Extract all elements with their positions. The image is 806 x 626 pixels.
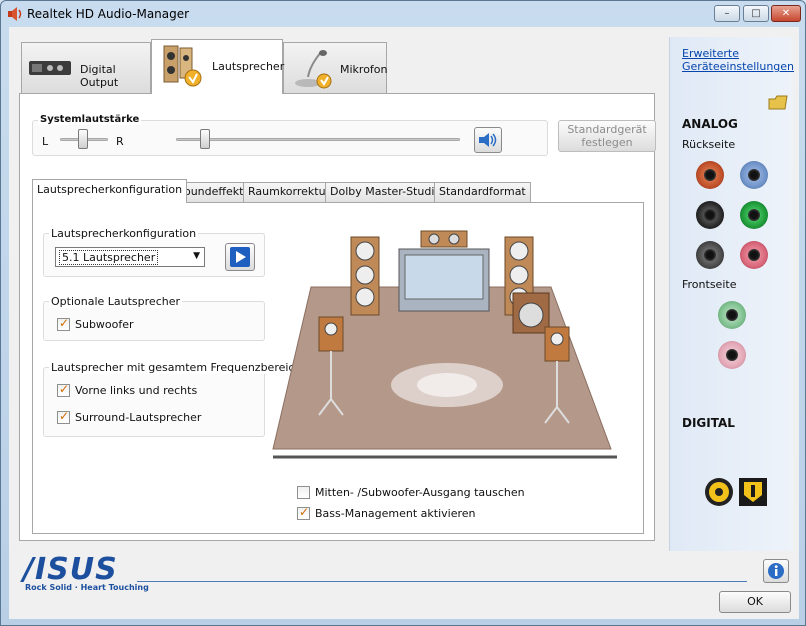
- advanced-device-settings-link[interactable]: Erweiterte Geräteeinstellungen: [682, 47, 794, 73]
- info-button[interactable]: [763, 559, 789, 583]
- jack-rear-pink[interactable]: [740, 241, 768, 269]
- subtab-speaker-configuration[interactable]: Lautsprecherkonfiguration: [32, 179, 188, 203]
- speaker-panel: Systemlautstärke L R Standardgerät festl…: [19, 93, 656, 541]
- front-left-right-checkbox[interactable]: [57, 382, 70, 397]
- tab-label: Digital Output: [80, 63, 119, 89]
- subtab-dolby-master-studio[interactable]: Dolby Master-Studio: [325, 182, 447, 202]
- fullrange-legend: Lautsprecher mit gesamtem Frequenzbereic…: [49, 361, 304, 374]
- set-default-device-button[interactable]: Standardgerät festlegen: [558, 120, 656, 152]
- speaker-volume-icon: [479, 133, 497, 147]
- digital-heading: DIGITAL: [682, 416, 735, 430]
- jack-front-green[interactable]: [718, 301, 746, 329]
- front-label: Frontseite: [682, 278, 737, 291]
- fullrange-group: [43, 367, 265, 437]
- subtab-room-correction[interactable]: Raumkorrektur: [243, 182, 336, 202]
- bass-management-checkbox[interactable]: [297, 505, 310, 520]
- volume-track: [176, 138, 460, 141]
- bass-management-label: Bass-Management aktivieren: [315, 507, 476, 520]
- speaker-configuration-panel: Lautsprecherkonfiguration 5.1 Lautsprech…: [32, 202, 644, 534]
- microphone-icon: [295, 50, 332, 89]
- client-area: Digital Output Lautsprecher Mikrofon Sys…: [9, 27, 799, 619]
- title-bar[interactable]: Realtek HD Audio-Manager – □ ✕: [1, 1, 805, 27]
- rear-label: Rückseite: [682, 138, 736, 151]
- info-icon: [768, 563, 784, 579]
- jack-rear-black[interactable]: [696, 201, 724, 229]
- surround-checkbox[interactable]: [57, 409, 70, 424]
- ok-button[interactable]: OK: [719, 591, 791, 613]
- swap-center-subwoofer-label: Mitten- /Subwoofer-Ausgang tauschen: [315, 486, 525, 499]
- digital-output-device-icon: [29, 61, 71, 75]
- analog-heading: ANALOG: [682, 117, 738, 131]
- mute-button[interactable]: [474, 127, 502, 153]
- tab-digital-output[interactable]: Digital Output: [21, 42, 151, 94]
- close-button[interactable]: ✕: [771, 5, 801, 22]
- jack-rear-orange[interactable]: [696, 161, 724, 189]
- chevron-down-icon: ▼: [193, 251, 200, 261]
- swap-center-subwoofer-checkbox[interactable]: [297, 486, 310, 499]
- optional-speakers-legend: Optionale Lautsprecher: [49, 295, 182, 308]
- app-window: Realtek HD Audio-Manager – □ ✕ Digital O…: [0, 0, 806, 626]
- play-test-button[interactable]: [225, 243, 255, 271]
- speakers-icon: [163, 45, 202, 87]
- config-legend: Lautsprecherkonfiguration: [49, 227, 199, 240]
- balance-right-label: R: [116, 135, 124, 148]
- tab-label: Mikrofon: [340, 63, 388, 76]
- jack-rear-green[interactable]: [740, 201, 768, 229]
- balance-slider-thumb[interactable]: [78, 129, 88, 149]
- footer-divider: [137, 581, 747, 582]
- maximize-button[interactable]: □: [743, 5, 769, 22]
- speaker-config-select[interactable]: 5.1 Lautsprecher ▼: [55, 247, 205, 267]
- tab-microphone[interactable]: Mikrofon: [283, 42, 388, 94]
- play-icon: [230, 247, 250, 267]
- coaxial-jack-icon[interactable]: [704, 477, 734, 507]
- asus-logo: /ISUS: [23, 552, 118, 587]
- front-left-right-label: Vorne links und rechts: [75, 384, 198, 397]
- speaker-room-illustration[interactable]: [271, 217, 621, 467]
- system-volume-title: Systemlautstärke: [38, 114, 142, 125]
- subwoofer-checkbox[interactable]: [57, 316, 70, 331]
- volume-slider-thumb[interactable]: [200, 129, 210, 149]
- speaker-app-icon: [8, 7, 22, 21]
- jack-rear-gray[interactable]: [696, 241, 724, 269]
- subtab-default-format[interactable]: Standardformat: [434, 182, 531, 202]
- surround-label: Surround-Lautsprecher: [75, 411, 202, 424]
- jack-front-pink[interactable]: [718, 341, 746, 369]
- speaker-config-value: 5.1 Lautsprecher: [59, 250, 159, 265]
- optical-jack-icon[interactable]: [738, 477, 768, 507]
- subwoofer-label: Subwoofer: [75, 318, 134, 331]
- tab-label: Lautsprecher: [212, 60, 285, 73]
- folder-icon[interactable]: [768, 93, 788, 111]
- jack-panel: Erweiterte Geräteeinstellungen ANALOG Rü…: [669, 37, 794, 551]
- window-title: Realtek HD Audio-Manager: [27, 7, 190, 21]
- tab-speakers[interactable]: Lautsprecher: [151, 39, 285, 94]
- balance-left-label: L: [42, 135, 49, 148]
- asus-tagline: Rock Solid · Heart Touching: [25, 583, 149, 592]
- minimize-button[interactable]: –: [714, 5, 740, 22]
- jack-rear-blue[interactable]: [740, 161, 768, 189]
